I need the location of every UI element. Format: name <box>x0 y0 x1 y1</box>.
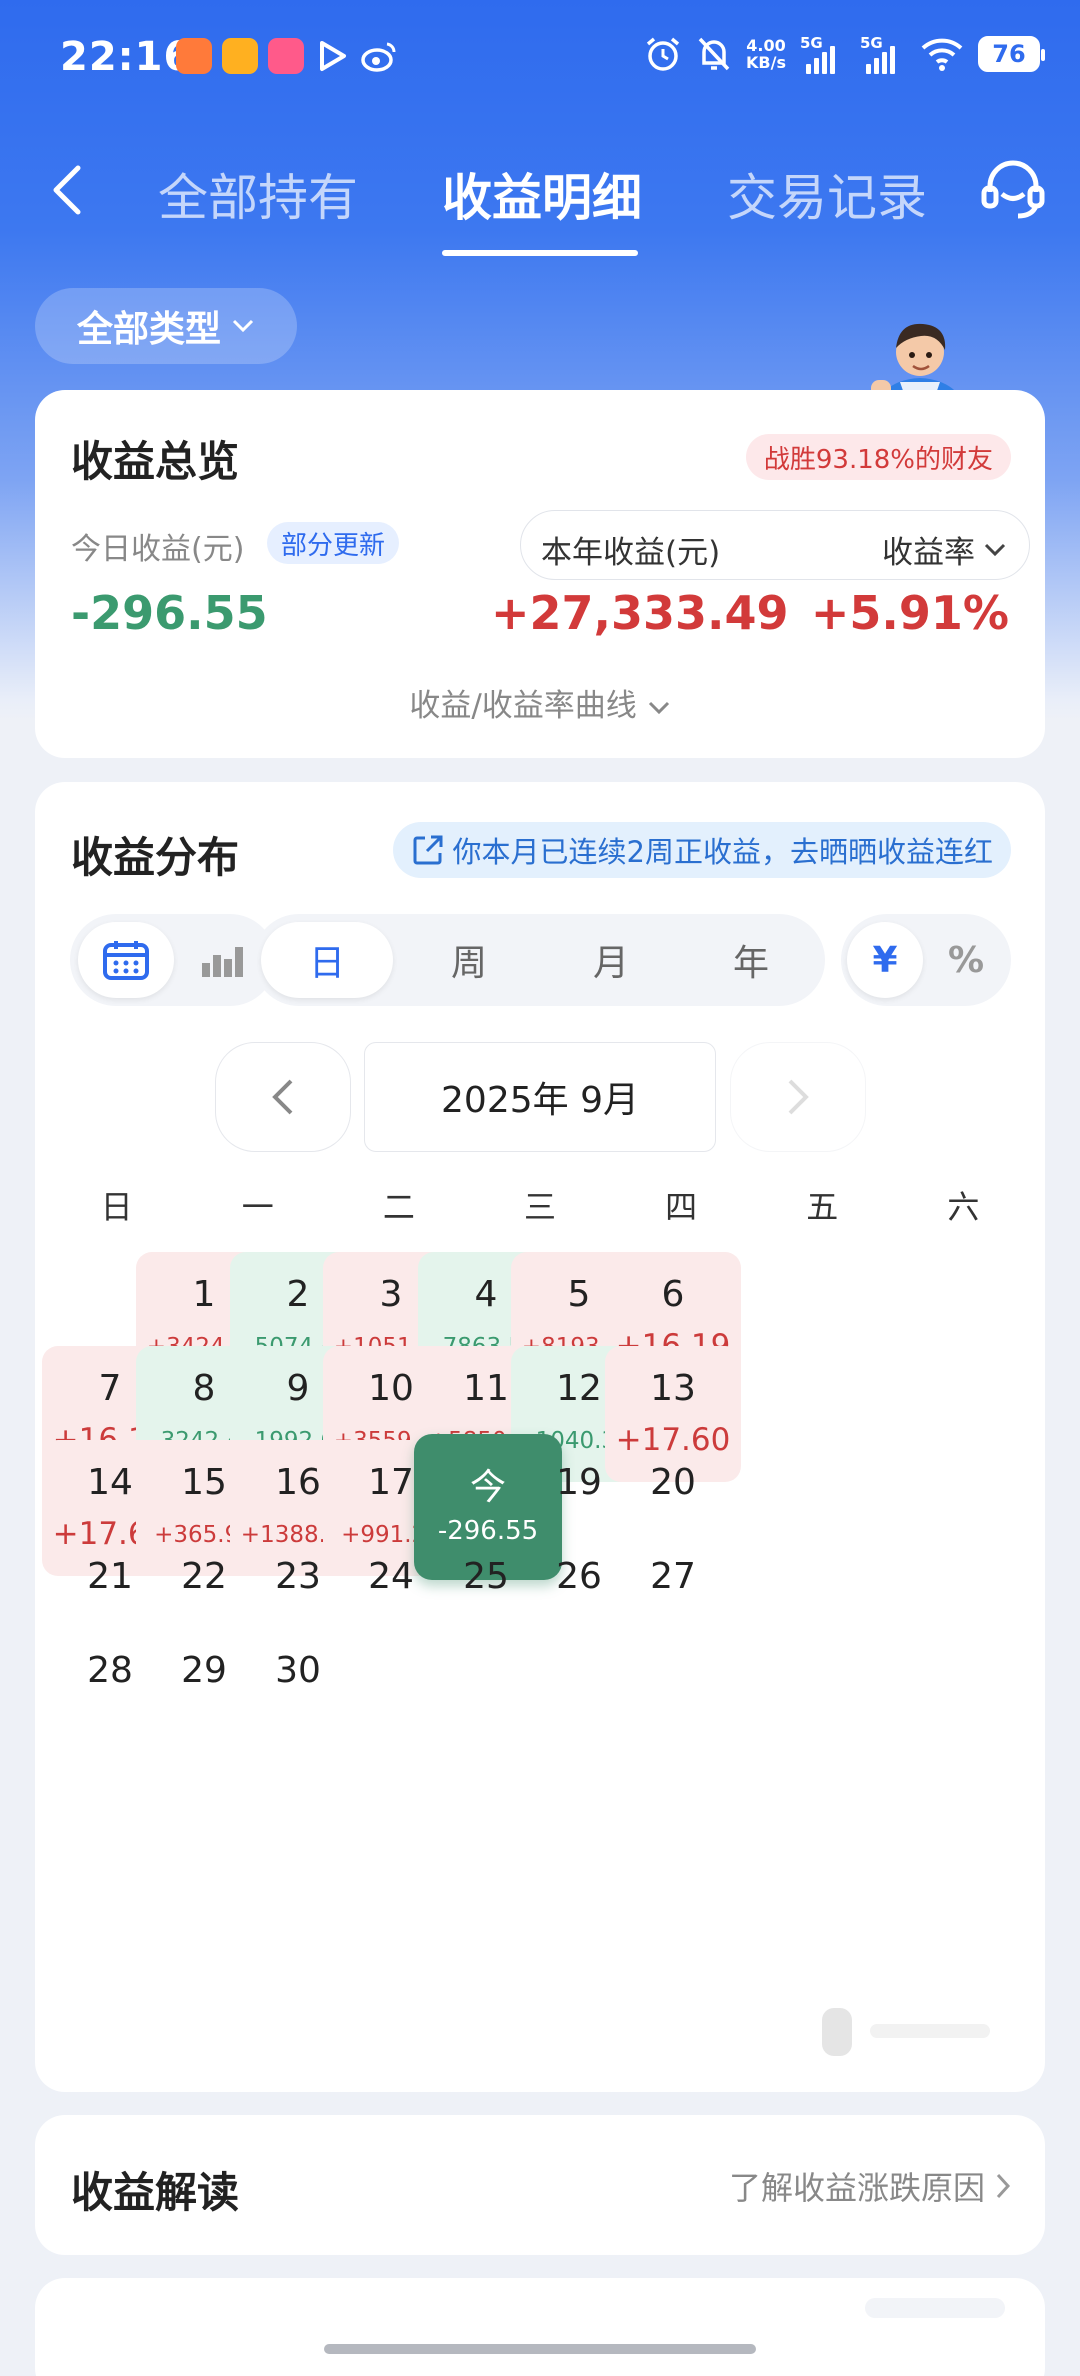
network-speed: 4.00 KB/s <box>746 37 786 71</box>
distribution-title: 收益分布 <box>71 833 240 882</box>
prev-month-button[interactable] <box>215 1042 351 1152</box>
weekday-label: 五 <box>806 1188 839 1226</box>
calendar-day-number: 20 <box>650 1462 696 1503</box>
interpretation-title: 收益解读 <box>71 2168 240 2217</box>
notification-icons <box>176 38 398 74</box>
calendar-icon <box>103 941 149 980</box>
calendar-day-number: 30 <box>275 1650 321 1691</box>
overview-title: 收益总览 <box>71 437 240 486</box>
year-earnings-label: 本年收益(元) <box>541 535 721 571</box>
calendar-day-number: 27 <box>650 1556 696 1597</box>
weekday-label: 六 <box>947 1188 980 1226</box>
period-year[interactable]: 年 <box>685 922 817 998</box>
weibo-icon <box>361 42 396 72</box>
share-icon <box>413 835 443 865</box>
back-arrow-icon[interactable] <box>40 160 100 220</box>
alarm-icon <box>646 37 680 71</box>
speed-value: 4.00 <box>746 36 786 55</box>
calendar-view-button[interactable] <box>78 922 174 998</box>
battery-icon: 76 <box>978 36 1045 72</box>
current-month-label: 2025年 9月 <box>364 1042 716 1152</box>
weekday-header: 日 一 二 三 四 五 六 <box>46 1182 1034 1228</box>
interpretation-card[interactable]: 收益解读 了解收益涨跌原因 <box>35 2115 1045 2255</box>
tab-earnings-detail[interactable]: 收益明细 <box>442 158 642 230</box>
app-notification-icon <box>222 38 258 74</box>
chevron-down-icon <box>984 543 1006 556</box>
mute-icon <box>698 37 730 71</box>
win-badge: 战胜93.18%的财友 <box>745 434 1011 480</box>
unit-percent[interactable]: % <box>927 922 1005 998</box>
period-tabs: 日 周 月 年 <box>253 914 825 1006</box>
rate-dropdown[interactable]: 收益率 <box>882 527 1007 572</box>
active-tab-indicator <box>442 250 638 256</box>
chevron-right-icon <box>788 1079 809 1115</box>
period-day[interactable]: 日 <box>261 922 393 998</box>
type-filter-label: 全部类型 <box>76 309 221 350</box>
play-icon <box>320 41 346 71</box>
period-month[interactable]: 月 <box>545 922 677 998</box>
signal-bars-icon <box>866 42 895 74</box>
tab-all-holdings[interactable]: 全部持有 <box>158 158 358 230</box>
interpretation-link-text: 了解收益涨跌原因 <box>728 2169 985 2207</box>
calendar-day-number: 6 <box>661 1274 685 1315</box>
chevron-down-icon <box>232 319 254 333</box>
tab-transaction-records[interactable]: 交易记录 <box>727 158 927 230</box>
chevron-down-icon <box>648 701 669 715</box>
signal-bars-icon <box>806 42 835 74</box>
interpretation-link[interactable]: 了解收益涨跌原因 <box>729 2163 1011 2209</box>
year-rate-selector[interactable]: 本年收益(元) 收益率 <box>520 510 1030 580</box>
weekday-label: 日 <box>100 1188 133 1226</box>
home-indicator[interactable] <box>324 2344 756 2354</box>
next-card-placeholder <box>865 2298 1005 2318</box>
share-streak-text: 你本月已连续2周正收益，去晒晒收益连红 <box>452 835 993 869</box>
curve-label: 收益/收益率曲线 <box>409 688 637 724</box>
today-earnings-value: -296.55 <box>71 586 268 640</box>
weekday-label: 一 <box>241 1188 274 1226</box>
curve-toggle[interactable]: 收益/收益率曲线 <box>35 680 1045 725</box>
speed-unit: KB/s <box>746 53 786 72</box>
overview-card: 收益总览 战胜93.18%的财友 今日收益(元) 部分更新 本年收益(元) 收益… <box>35 390 1045 758</box>
view-toggle <box>70 914 276 1006</box>
year-earnings-value: +27,333.49 <box>491 586 789 640</box>
partial-update-badge: 部分更新 <box>267 522 400 564</box>
next-month-button[interactable] <box>730 1042 866 1152</box>
share-streak-banner[interactable]: 你本月已连续2周正收益，去晒晒收益连红 <box>392 822 1011 878</box>
chevron-left-icon <box>272 1079 293 1115</box>
customer-service-icon[interactable] <box>978 154 1048 224</box>
app-notification-icon <box>176 38 212 74</box>
status-right: 4.00 KB/s 5G 5G 76 <box>644 34 1045 74</box>
status-time: 22:16 <box>60 34 193 80</box>
signal-2: 5G <box>860 34 906 74</box>
weekday-label: 三 <box>523 1188 556 1226</box>
wifi-icon <box>921 38 963 71</box>
weekday-label: 四 <box>665 1188 698 1226</box>
top-nav: 全部持有 收益明细 交易记录 <box>0 130 1080 260</box>
unit-yuan[interactable]: ¥ <box>847 922 923 998</box>
watermark-logo <box>822 2008 990 2056</box>
month-navigator: 2025年 9月 <box>35 1042 1045 1152</box>
status-bar: 22:16 4.00 KB/s 5G 5G 76 <box>0 0 1080 120</box>
today-earnings-label: 今日收益(元) <box>71 532 245 567</box>
calendar-day: 30 <box>230 1628 366 1764</box>
weekday-label: 二 <box>382 1188 415 1226</box>
unit-toggle: ¥ % <box>841 914 1011 1006</box>
distribution-card: 收益分布 你本月已连续2周正收益，去晒晒收益连红 日 周 月 年 ¥ % 202… <box>35 782 1045 2092</box>
period-week[interactable]: 周 <box>403 922 535 998</box>
calendar-day: 27 <box>605 1534 741 1670</box>
type-filter-dropdown[interactable]: 全部类型 <box>35 288 297 364</box>
signal-1: 5G <box>800 34 846 74</box>
return-rate-value: +5.91% <box>810 586 1009 640</box>
chevron-right-icon <box>996 2173 1011 2199</box>
app-notification-icon <box>268 38 304 74</box>
calendar-day-number: 13 <box>650 1368 696 1409</box>
next-card <box>35 2278 1045 2376</box>
bar-chart-icon <box>202 947 243 977</box>
rate-label: 收益率 <box>882 535 975 571</box>
